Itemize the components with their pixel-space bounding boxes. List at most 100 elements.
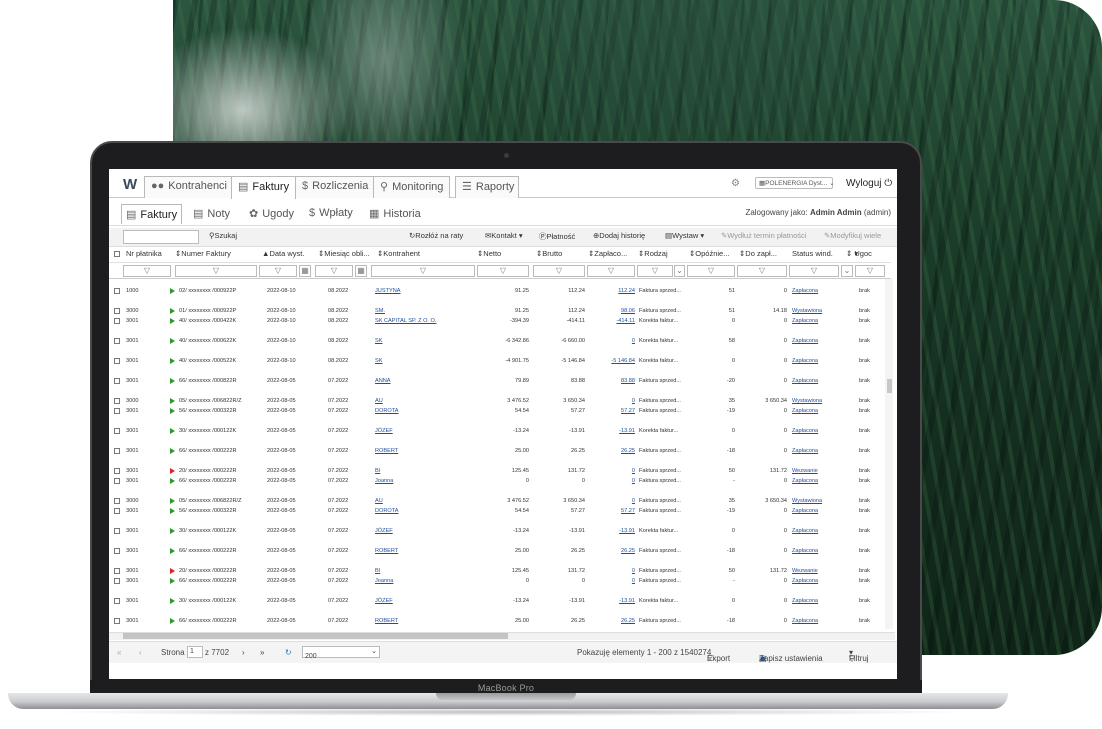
row-checkbox[interactable] (114, 568, 120, 574)
horizontal-scrollbar-thumb[interactable] (123, 633, 508, 639)
cell-client[interactable]: JÓZEF (375, 528, 393, 534)
col-header[interactable]: Nr płatnika (126, 249, 162, 258)
row-checkbox[interactable] (114, 618, 120, 624)
next-page-button[interactable]: › (242, 648, 245, 657)
filter-icon[interactable]: ▽ (587, 265, 635, 277)
table-row[interactable]: 3001 66/ xxxxxxxx /000222R 2022-08-05 07.20… (109, 617, 885, 627)
cell-client[interactable]: SM. (375, 308, 385, 314)
row-checkbox[interactable] (114, 528, 120, 534)
row-checkbox[interactable] (114, 308, 120, 314)
row-checkbox[interactable] (114, 398, 120, 404)
cell-client[interactable]: DOROTA (375, 508, 399, 514)
filter-icon[interactable]: ▽ (789, 265, 839, 277)
filter-icon[interactable]: ▽ (371, 265, 475, 277)
filter-icon[interactable]: ▽ (855, 265, 885, 277)
cell-status[interactable]: Zapłacona (792, 478, 818, 484)
col-header[interactable]: ⇕ Kontrahent (377, 249, 420, 258)
table-row[interactable]: 3001 40/ xxxxxxxx /000422K 2022-08-10 08.20… (109, 317, 885, 327)
table-row[interactable]: 3001 66/ xxxxxxxx /000222R 2022-08-05 07.20… (109, 577, 885, 587)
search-button[interactable]: ⚲Szukaj (209, 231, 237, 240)
cell-paid[interactable]: 26.25 (587, 618, 635, 624)
cell-status[interactable]: Zapłacona (792, 318, 818, 324)
filter-icon[interactable]: ▽ (687, 265, 735, 277)
chevron-down-icon[interactable]: ⌄ (674, 265, 685, 277)
row-checkbox[interactable] (114, 448, 120, 454)
cell-client[interactable]: Joanna (375, 478, 393, 484)
table-row[interactable]: 3001 66/ xxxxxxxx /000822R 2022-08-05 07.20… (109, 377, 885, 387)
cell-status[interactable]: Wystawiona (792, 398, 822, 404)
row-checkbox[interactable] (114, 428, 120, 434)
company-select[interactable]: ▦POLENERGIA Dyst... ⌄ (755, 177, 835, 189)
cell-status[interactable]: Zapłacona (792, 338, 818, 344)
first-page-button[interactable]: « (117, 648, 121, 657)
cell-client[interactable]: SK (375, 338, 382, 344)
logout-button[interactable]: Wyloguj ⏻ (846, 178, 892, 189)
cell-client[interactable]: ROBERT (375, 448, 398, 454)
row-checkbox[interactable] (114, 578, 120, 584)
payment-button[interactable]: ⓅPłatność (539, 231, 575, 242)
row-checkbox[interactable] (114, 358, 120, 364)
row-checkbox[interactable] (114, 288, 120, 294)
cell-paid[interactable]: -414.11 (587, 318, 635, 324)
refresh-icon[interactable]: ↻ (285, 648, 292, 657)
cell-status[interactable]: Zapłacona (792, 618, 818, 624)
cell-paid[interactable]: 98.06 (587, 308, 635, 314)
cell-client[interactable]: AU (375, 498, 383, 504)
vertical-scrollbar-thumb[interactable] (887, 379, 892, 393)
subtab-noty[interactable]: ▤ Noty (189, 204, 234, 224)
app-logo[interactable]: W (123, 176, 137, 193)
cell-client[interactable]: JUSTYNA (375, 288, 401, 294)
cell-paid[interactable]: -13.91 (587, 598, 635, 604)
issue-button[interactable]: ▤Wystaw ▾ (665, 231, 704, 240)
tab-monitoring[interactable]: ⚲ Monitoring (373, 176, 451, 198)
cell-paid[interactable]: 57.27 (587, 408, 635, 414)
select-all-checkbox[interactable] (114, 251, 120, 257)
filter-icon[interactable]: ▽ (315, 265, 353, 277)
table-row[interactable]: 3001 66/ xxxxxxxx /000222R 2022-08-05 07.20… (109, 477, 885, 487)
row-checkbox[interactable] (114, 598, 120, 604)
row-checkbox[interactable] (114, 338, 120, 344)
cell-paid[interactable]: -13.91 (587, 528, 635, 534)
installments-button[interactable]: ↻Rozłóż na raty (409, 231, 463, 240)
cell-status[interactable]: Zapłacona (792, 578, 818, 584)
tab-kontrahenci[interactable]: ●● Kontrahenci (144, 176, 235, 198)
filter-icon[interactable]: ▽ (175, 265, 257, 277)
cell-paid[interactable]: -13.91 (587, 428, 635, 434)
table-row[interactable]: 3000 05/ xxxxxxxx /006822R/Z 2022-08-05 07.… (109, 397, 885, 407)
col-header[interactable]: ⇕ Numer Faktury (175, 249, 231, 258)
cell-paid[interactable]: 26.25 (587, 448, 635, 454)
extend-term-button[interactable]: ✎Wydłuż termin płatności (721, 231, 806, 240)
cell-client[interactable]: DOROTA (375, 408, 399, 414)
search-input[interactable] (123, 230, 199, 244)
row-checkbox[interactable] (114, 408, 120, 414)
contact-button[interactable]: ✉Kontakt ▾ (485, 231, 523, 240)
row-checkbox[interactable] (114, 478, 120, 484)
col-header[interactable]: ⇕ Ugoc ▾ (846, 249, 872, 258)
table-row[interactable]: 3001 20/ xxxxxxxx /000222R 2022-08-05 07.20… (109, 467, 885, 477)
filter-icon[interactable]: ▽ (533, 265, 585, 277)
prev-page-button[interactable]: ‹ (139, 648, 142, 657)
col-header[interactable]: ▲ Data wyst. (262, 249, 304, 258)
filter-icon[interactable]: ▽ (737, 265, 787, 277)
table-row[interactable]: 3000 05/ xxxxxxxx /006822R/Z 2022-08-05 07.… (109, 497, 885, 507)
cell-paid[interactable]: 83.88 (587, 378, 635, 384)
table-row[interactable]: 3001 56/ xxxxxxxx /000322R 2022-08-05 07.20… (109, 407, 885, 417)
col-header[interactable]: ⇕ Rodzaj (638, 249, 668, 258)
cell-status[interactable]: Wezwanie (792, 468, 818, 474)
cell-paid[interactable]: 0 (587, 498, 635, 504)
modify-many-button[interactable]: ✎Modyfikuj wiele (824, 231, 881, 240)
cell-client[interactable]: Joanna (375, 578, 393, 584)
tab-raporty[interactable]: ☰ Raporty (455, 176, 519, 198)
table-row[interactable]: 3001 66/ xxxxxxxx /000222R 2022-08-05 07.20… (109, 447, 885, 457)
col-header[interactable]: ⇕ Zapłaco... (588, 249, 627, 258)
row-checkbox[interactable] (114, 548, 120, 554)
col-header[interactable]: Status wind. (792, 249, 833, 258)
filter-icon[interactable]: ▽ (259, 265, 297, 277)
last-page-button[interactable]: » (260, 648, 264, 657)
page-size-select[interactable]: 200 ⌄ (302, 646, 380, 660)
table-row[interactable]: 3000 01/ xxxxxxxx /000922P 2022-08-10 08.20… (109, 307, 885, 317)
cell-paid[interactable]: 112.24 (587, 288, 635, 294)
row-checkbox[interactable] (114, 508, 120, 514)
cell-paid[interactable]: 0 (587, 468, 635, 474)
subtab-wplaty[interactable]: $ Wpłaty (305, 204, 357, 224)
